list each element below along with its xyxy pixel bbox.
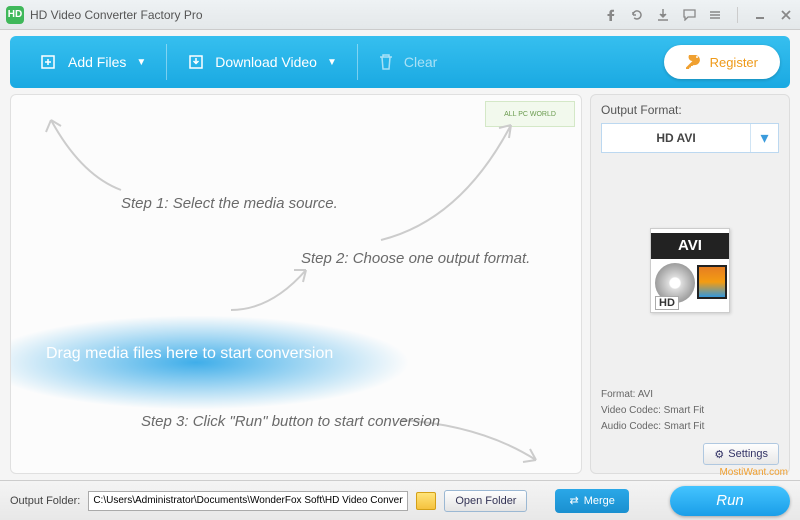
run-button[interactable]: Run — [670, 486, 790, 516]
register-button[interactable]: Register — [664, 45, 780, 79]
output-folder-input[interactable] — [88, 491, 408, 511]
step-1-text: Step 1: Select the media source. — [121, 195, 338, 212]
output-folder-label: Output Folder: — [10, 495, 80, 507]
chevron-down-icon: ▼ — [327, 57, 337, 68]
footer-bar: Output Folder: Open Folder ⇄ Merge Run — [0, 480, 800, 520]
avi-badge: AVI — [651, 233, 729, 259]
step-2-text: Step 2: Choose one output format. — [301, 250, 530, 267]
merge-icon: ⇄ — [569, 494, 578, 507]
feedback-icon[interactable] — [681, 7, 697, 23]
settings-button[interactable]: ⚙ Settings — [703, 443, 779, 465]
clear-button[interactable]: Clear — [358, 36, 457, 88]
output-format-title: Output Format: — [601, 103, 779, 117]
add-files-button[interactable]: Add Files ▼ — [20, 36, 166, 88]
close-icon[interactable] — [778, 7, 794, 23]
download-icon[interactable] — [655, 7, 671, 23]
output-panel: Output Format: HD AVI ▾ AVI HD Format: A… — [590, 94, 790, 474]
key-icon — [686, 55, 702, 69]
title-bar: HD HD Video Converter Factory Pro — [0, 0, 800, 30]
browse-folder-icon[interactable] — [416, 492, 436, 510]
app-title: HD Video Converter Factory Pro — [30, 8, 603, 22]
options-icon[interactable] — [707, 7, 723, 23]
gear-icon: ⚙ — [714, 448, 724, 461]
open-folder-button[interactable]: Open Folder — [444, 490, 527, 512]
facebook-icon[interactable] — [603, 7, 619, 23]
film-icon — [697, 265, 727, 299]
minimize-icon[interactable] — [752, 7, 768, 23]
main-toolbar: Add Files ▼ Download Video ▼ Clear Regis… — [10, 36, 790, 88]
format-selector[interactable]: HD AVI ▾ — [601, 123, 779, 153]
merge-label: Merge — [584, 495, 615, 507]
add-files-label: Add Files — [68, 54, 126, 70]
drop-zone[interactable]: ALL PC WORLD Step 1: Select the media so… — [10, 94, 582, 474]
brand-watermark: MostiWant.com — [719, 467, 788, 478]
format-selected-label: HD AVI — [602, 131, 750, 145]
download-video-button[interactable]: Download Video ▼ — [167, 36, 357, 88]
step-3-text: Step 3: Click "Run" button to start conv… — [141, 413, 440, 430]
drop-hint: Drag media files here to start conversio… — [46, 345, 333, 363]
chevron-down-icon: ▼ — [136, 57, 146, 68]
merge-button[interactable]: ⇄ Merge — [555, 489, 628, 513]
app-logo-icon: HD — [6, 6, 24, 24]
chevron-down-icon: ▾ — [750, 124, 778, 152]
clear-label: Clear — [404, 54, 437, 70]
hd-badge: HD — [655, 296, 679, 310]
format-info: Format: AVI Video Codec: Smart Fit Audio… — [601, 387, 779, 435]
register-label: Register — [710, 55, 758, 70]
download-video-label: Download Video — [215, 54, 317, 70]
format-preview[interactable]: AVI HD — [601, 163, 779, 377]
undo-icon[interactable] — [629, 7, 645, 23]
settings-label: Settings — [728, 448, 768, 460]
format-icon: AVI HD — [650, 228, 730, 313]
